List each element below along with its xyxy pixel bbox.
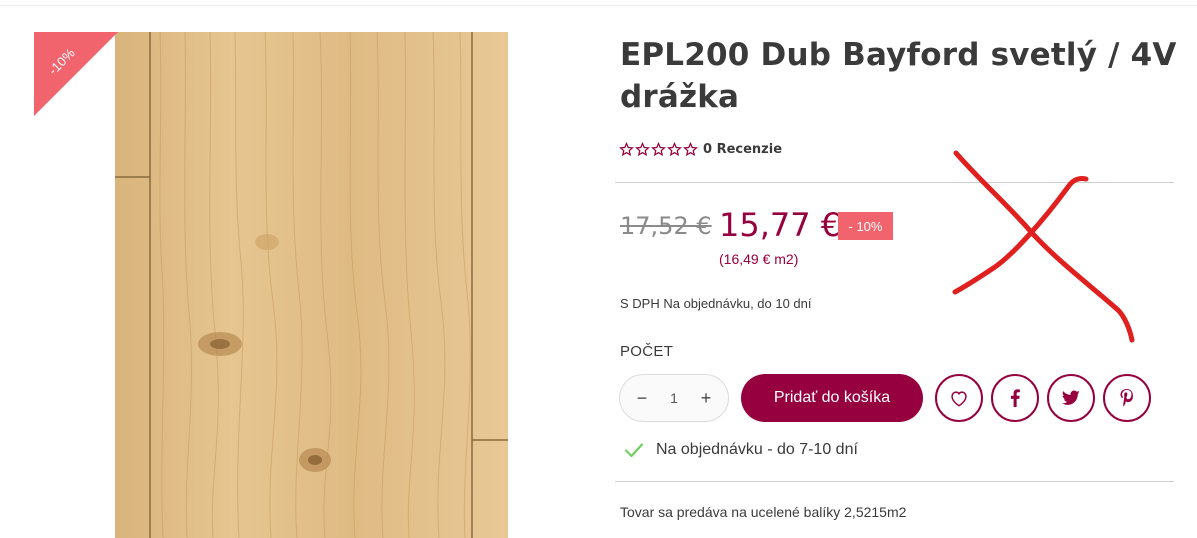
stock-status: Na objednávku - do 7-10 dní [624, 441, 858, 459]
vat-availability-note: S DPH Na objednávku, do 10 dní [620, 296, 812, 311]
quantity-label: POČET [620, 343, 674, 360]
twitter-icon [1062, 390, 1080, 405]
cross-annotation-mark [952, 150, 1135, 343]
discount-ribbon-label: -10% [45, 45, 78, 78]
facebook-icon [1010, 389, 1020, 407]
product-title-line1: EPL200 Dub Bayford svetlý / 4V [620, 37, 1177, 73]
star-empty-icon [619, 142, 634, 157]
wishlist-button[interactable] [935, 374, 983, 422]
share-facebook-button[interactable] [991, 374, 1039, 422]
quantity-decrease-button[interactable]: − [632, 388, 652, 408]
old-price: 17,52 € [620, 212, 712, 240]
quantity-increase-button[interactable]: + [696, 388, 716, 408]
product-image[interactable] [115, 32, 508, 538]
share-twitter-button[interactable] [1047, 374, 1095, 422]
discount-badge: - 10% [838, 212, 893, 240]
add-to-cart-button[interactable]: Pridať do košíka [741, 374, 923, 422]
rating-stars [619, 142, 698, 157]
reviews-count[interactable]: 0 Recenzie [703, 142, 782, 157]
star-empty-icon [635, 142, 650, 157]
heart-icon [951, 391, 967, 407]
package-note: Tovar sa predáva na ucelené balíky 2,521… [620, 504, 907, 520]
quantity-stepper: − + [619, 374, 729, 422]
unit-price: (16,49 € m2) [719, 251, 799, 267]
star-empty-icon [667, 142, 682, 157]
product-rating[interactable]: 0 Recenzie [619, 142, 782, 157]
discount-ribbon: -10% [34, 32, 118, 116]
header-divider [0, 5, 1197, 6]
stock-divider [615, 481, 1174, 482]
share-pinterest-button[interactable] [1103, 374, 1151, 422]
rating-divider [615, 182, 1174, 183]
pinterest-icon [1120, 389, 1133, 407]
current-price: 15,77 € [719, 206, 842, 244]
check-icon [624, 443, 644, 458]
star-empty-icon [651, 142, 666, 157]
product-title: EPL200 Dub Bayford svetlý / 4V drážka [620, 34, 1180, 118]
wood-texture-image [115, 32, 508, 538]
star-empty-icon [683, 142, 698, 157]
quantity-input[interactable] [654, 390, 694, 406]
product-title-line2: drážka [620, 79, 740, 115]
stock-status-label: Na objednávku - do 7-10 dní [656, 441, 858, 458]
